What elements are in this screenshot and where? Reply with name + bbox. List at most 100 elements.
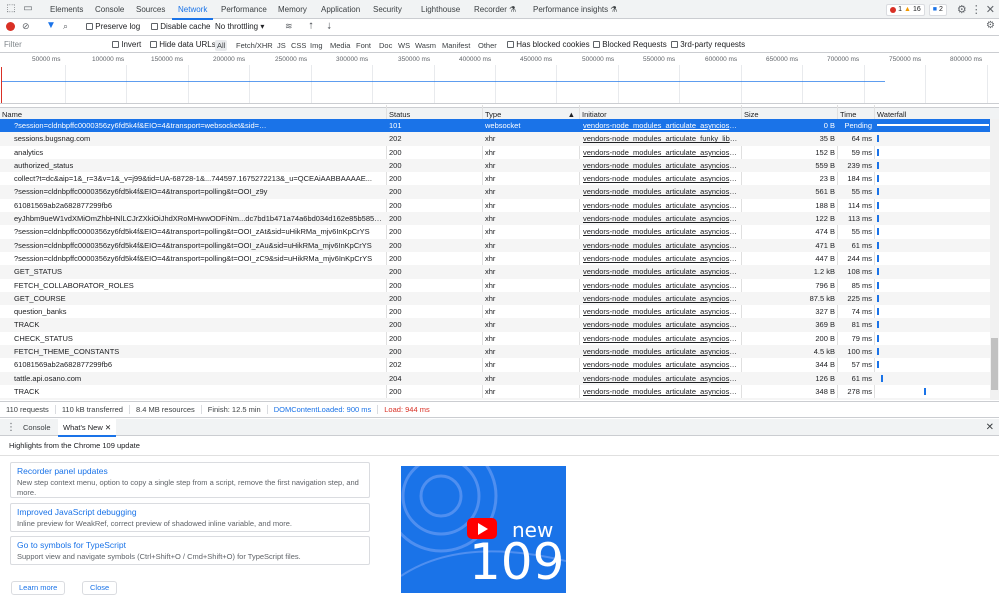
requests-scrollbar[interactable] (990, 119, 999, 400)
invert-checkbox[interactable]: Invert (112, 40, 141, 49)
table-row[interactable]: 61081569ab2a682877299fb6200xhrvendors-no… (0, 398, 990, 400)
tab-network[interactable]: Network (171, 0, 214, 20)
table-row[interactable]: sessions.bugsnag.com 202 xhr vendors-node_m… (0, 132, 990, 146)
table-row[interactable]: ?session=cldnbpffc0000356zy6fd5k4f&EIO=4… (0, 238, 990, 252)
table-row[interactable]: ?session=cldnbpffc0000356zy6fd5k4f&EIO=4… (0, 185, 990, 199)
tab-elements[interactable]: Elements (50, 0, 83, 19)
blocked-requests-box[interactable] (593, 41, 600, 49)
third-party-box[interactable] (671, 41, 678, 49)
table-row[interactable]: ?session=cldnbpffc0000356zy6fd5k4f&EIO=4… (0, 252, 990, 265)
request-initiator[interactable]: vendors-node_modules_articulate_asyncios… (581, 305, 739, 318)
table-row[interactable]: GET_COURSE 200 xhr vendors-node_modules_art… (0, 291, 990, 306)
tab-memory[interactable]: Memory (278, 0, 307, 19)
type-filter-media[interactable]: Media (328, 40, 352, 51)
search-icon[interactable]: ⌕ (63, 21, 68, 32)
request-initiator[interactable]: vendors-node_modules_articulate_asyncios… (581, 279, 739, 292)
invert-box[interactable] (112, 41, 119, 49)
preserve-log-checkbox[interactable]: Preserve log (86, 22, 140, 31)
network-overview[interactable]: 50000 ms 100000 ms 150000 ms 200000 ms 2… (0, 53, 999, 104)
request-initiator[interactable]: vendors-node_modules_articulate_asyncios… (581, 172, 739, 185)
request-initiator[interactable]: vendors-node_modules_articulate_asyncios… (581, 292, 739, 305)
device-toolbar-icon[interactable]: ▭ (22, 3, 34, 15)
settings-gear-icon[interactable]: ⚙ (957, 3, 967, 16)
table-row[interactable]: 61081569ab2a682877299fb6 202 xhr vendors-no… (0, 358, 990, 371)
request-initiator[interactable]: vendors-node_modules_articulate_asyncios… (581, 119, 739, 132)
table-row[interactable]: collect?t=dc&aip=1&_r=3&v=1&_v=j99&tid=U… (0, 172, 990, 185)
request-initiator[interactable]: vendors-node_modules_articulate_asyncios… (581, 146, 739, 159)
export-har-icon[interactable]: ⭣ (327, 21, 331, 32)
close-icon[interactable]: ✕ (105, 423, 111, 432)
preserve-log-box[interactable] (86, 23, 93, 31)
filter-icon[interactable]: ▼ (46, 20, 56, 31)
has-blocked-cookies-box[interactable] (507, 41, 514, 49)
table-row[interactable]: FETCH_THEME_CONSTANTS 200 xhr vendors-node_… (0, 345, 990, 359)
network-settings-icon[interactable]: ⚙ (986, 20, 995, 31)
close-drawer-icon[interactable]: ✕ (986, 422, 994, 433)
table-row[interactable]: 61081569ab2a682877299fb6200xhrvendors-no… (0, 199, 990, 212)
drawer-tab-console[interactable]: Console (18, 419, 56, 436)
blocked-requests-checkbox[interactable]: Blocked Requests (593, 40, 667, 49)
third-party-checkbox[interactable]: 3rd-party requests (671, 40, 745, 49)
card-title[interactable]: Recorder panel updates (17, 466, 363, 476)
request-initiator[interactable]: vendors-node_modules_articulate_asyncios… (581, 385, 739, 398)
type-filter-all[interactable]: All (215, 40, 228, 51)
whats-new-card[interactable]: Improved JavaScript debugging Inline pre… (10, 503, 370, 532)
issues-badge[interactable]: 1 ▲ 16 (886, 3, 925, 16)
record-icon[interactable] (6, 22, 15, 31)
whats-new-video-thumbnail[interactable]: new 109 (401, 466, 566, 593)
request-initiator[interactable]: vendors-node_modules_articulate_asyncios… (581, 185, 739, 198)
request-initiator[interactable]: vendors-node_modules_articulate_asyncios… (581, 332, 739, 345)
request-initiator[interactable]: vendors-node_modules_articulate_asyncios… (581, 199, 739, 212)
request-initiator[interactable]: vendors-node_modules_articulate_asyncios… (581, 318, 739, 331)
table-row[interactable]: tattle.api.osano.com 204 xhr vendors-node_m… (0, 371, 990, 385)
has-blocked-cookies-checkbox[interactable]: Has blocked cookies (507, 40, 590, 49)
type-filter-js[interactable]: JS (275, 40, 288, 51)
type-filter-doc[interactable]: Doc (377, 40, 394, 51)
type-filter-css[interactable]: CSS (289, 40, 308, 51)
clear-icon[interactable]: ⊘ (22, 21, 30, 32)
filter-input[interactable]: Filter (4, 40, 104, 49)
request-initiator[interactable]: vendors-node_modules_articulate_asyncios… (581, 159, 739, 172)
tab-security[interactable]: Security (373, 0, 402, 19)
request-initiator[interactable]: vendors-node_modules_articulate_asyncios… (581, 239, 739, 252)
tab-application[interactable]: Application (321, 0, 360, 19)
whats-new-card[interactable]: Go to symbols for TypeScript Support vie… (10, 536, 370, 565)
request-initiator[interactable]: vendors-node_modules_articulate_asyncios… (581, 372, 739, 385)
type-filter-fetch-xhr[interactable]: Fetch/XHR (234, 40, 275, 51)
table-row[interactable]: TRACK 200 xhr vendors-node_modules_articula… (0, 385, 990, 398)
network-conditions-icon[interactable]: ≋ (285, 21, 293, 32)
table-row[interactable]: ?session=cldnbpffc0000356zy6fd5k4f&EIO=4… (0, 225, 990, 238)
tab-sources[interactable]: Sources (136, 0, 165, 19)
disable-cache-box[interactable] (151, 23, 158, 31)
close-icon[interactable]: ✕ (986, 3, 995, 16)
throttling-select[interactable]: No throttling ▾ (215, 22, 264, 31)
messages-badge[interactable]: ■ 2 (928, 3, 947, 16)
request-initiator[interactable]: vendors-node_modules_articulate_asyncios… (581, 265, 739, 278)
tab-performance[interactable]: Performance (221, 0, 267, 19)
table-row[interactable]: question_banks 200 xhr vendors-node_modules… (0, 305, 990, 318)
more-options-icon[interactable]: ⋮ (971, 3, 982, 16)
disable-cache-checkbox[interactable]: Disable cache (151, 22, 210, 31)
request-initiator[interactable]: vendors-node_modules_articulate_asyncios… (581, 212, 739, 225)
scrollbar-thumb[interactable] (991, 338, 998, 390)
request-initiator[interactable]: vendors-node_modules_articulate_funky_li… (581, 132, 739, 145)
request-initiator[interactable]: vendors-node_modules_articulate_asyncios… (581, 398, 739, 400)
request-initiator[interactable]: vendors-node_modules_articulate_asyncios… (581, 358, 739, 371)
request-initiator[interactable]: vendors-node_modules_articulate_asyncios… (581, 345, 739, 358)
table-row[interactable]: CHECK_STATUS 200 xhr vendors-node_modules_a… (0, 332, 990, 345)
table-row[interactable]: eyJhbm9ueW1vdXMiOmZhbHNlLCJrZXkiOiJhdXRo… (0, 212, 990, 226)
card-title[interactable]: Go to symbols for TypeScript (17, 540, 363, 550)
table-row[interactable]: authorized_status 200 xhr vendors-node_modu… (0, 158, 990, 173)
request-initiator[interactable]: vendors-node_modules_articulate_asyncios… (581, 225, 739, 238)
table-row[interactable]: FETCH_COLLABORATOR_ROLES 200 xhr vendors-no… (0, 279, 990, 292)
table-row[interactable]: GET_STATUS 200 xhr vendors-node_modules_art… (0, 265, 990, 279)
hide-data-urls-checkbox[interactable]: Hide data URLs (150, 40, 216, 49)
type-filter-wasm[interactable]: Wasm (413, 40, 438, 51)
table-row[interactable]: analytics 200 xhr vendors-node_modules_arti… (0, 146, 990, 159)
tab-console[interactable]: Console (95, 0, 124, 19)
type-filter-manifest[interactable]: Manifest (440, 40, 472, 51)
hide-data-urls-box[interactable] (150, 41, 157, 49)
drawer-menu-icon[interactable]: ⋮ (6, 422, 16, 433)
type-filter-img[interactable]: Img (308, 40, 325, 51)
type-filter-other[interactable]: Other (476, 40, 499, 51)
